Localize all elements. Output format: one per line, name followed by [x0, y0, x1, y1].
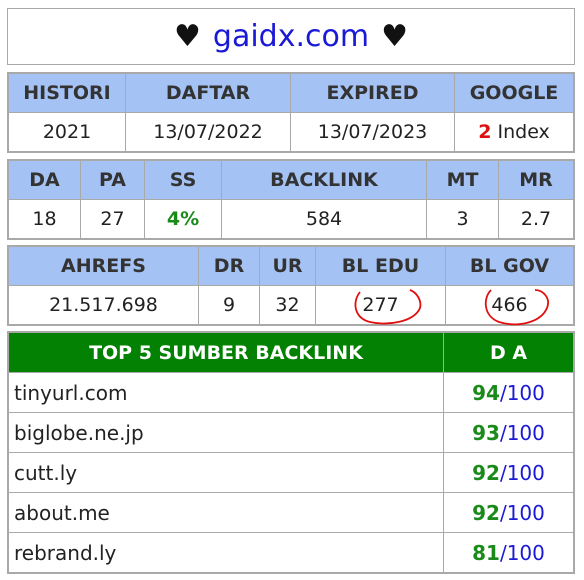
dr-value: 9 — [198, 285, 260, 325]
bl-gov-cell: 466 — [445, 285, 574, 326]
header-top-sources: TOP 5 SUMBER BACKLINK — [8, 332, 444, 373]
ahrefs-value: 21.517.698 — [8, 285, 199, 325]
source-site[interactable]: cutt.ly — [8, 452, 444, 493]
source-site[interactable]: biglobe.ne.jp — [8, 412, 444, 453]
source-da-score: 92/100 — [443, 452, 574, 493]
table-row: biglobe.ne.jp 93/100 — [8, 412, 574, 453]
header-pa: PA — [80, 160, 145, 200]
backlink-value: 584 — [221, 199, 427, 239]
domain-history-table: HISTORI DAFTAR EXPIRED GOOGLE 2021 13/07… — [7, 72, 575, 153]
source-da-score: 81/100 — [443, 532, 574, 573]
mr-value: 2.7 — [498, 199, 574, 239]
header-histori: HISTORI — [8, 73, 126, 113]
table-row: rebrand.ly 81/100 — [8, 532, 574, 573]
site-title-banner: ♥ gaidx.com ♥ — [7, 8, 575, 65]
red-circle-mark — [354, 289, 422, 325]
ur-value: 32 — [259, 285, 316, 325]
source-da-score: 94/100 — [443, 372, 574, 413]
source-site[interactable]: rebrand.ly — [8, 532, 444, 573]
red-circle-mark — [485, 289, 550, 326]
table-row: cutt.ly 92/100 — [8, 452, 574, 493]
mt-value: 3 — [426, 199, 499, 239]
header-mr: MR — [498, 160, 574, 200]
header-mt: MT — [426, 160, 499, 200]
table-row: about.me 92/100 — [8, 492, 574, 533]
header-expired: EXPIRED — [290, 73, 455, 113]
header-bl-gov: BL GOV — [445, 246, 574, 286]
heart-icon: ♥ — [174, 19, 201, 54]
authority-metrics-table: DA PA SS BACKLINK MT MR 18 27 4% 584 3 2… — [7, 159, 575, 240]
source-da-score: 93/100 — [443, 412, 574, 453]
header-bl-edu: BL EDU — [315, 246, 446, 286]
expired-value: 13/07/2023 — [290, 112, 455, 152]
ahrefs-metrics-table: AHREFS DR UR BL EDU BL GOV 21.517.698 9 … — [7, 245, 575, 326]
header-ss: SS — [144, 160, 222, 200]
header-dr: DR — [198, 246, 260, 286]
bl-edu-cell: 277 — [315, 285, 446, 325]
daftar-value: 13/07/2022 — [125, 112, 291, 152]
header-da-score: D A — [443, 332, 574, 373]
header-daftar: DAFTAR — [125, 73, 291, 113]
bl-gov-circled: 466 — [485, 289, 550, 326]
source-site[interactable]: tinyurl.com — [8, 372, 444, 413]
google-index-label: Index — [497, 121, 550, 143]
da-value: 18 — [8, 199, 81, 239]
table-row: tinyurl.com 94/100 — [8, 372, 574, 413]
bl-edu-circled: 277 — [354, 289, 422, 325]
header-ahrefs: AHREFS — [8, 246, 199, 286]
header-google: GOOGLE — [454, 73, 574, 113]
histori-value: 2021 — [8, 112, 126, 152]
ss-value: 4% — [144, 199, 222, 239]
source-da-score: 92/100 — [443, 492, 574, 533]
google-index-cell: 2 Index — [454, 112, 574, 152]
google-index-count: 2 — [478, 121, 492, 143]
header-backlink: BACKLINK — [221, 160, 427, 200]
pa-value: 27 — [80, 199, 145, 239]
source-site[interactable]: about.me — [8, 492, 444, 533]
heart-icon: ♥ — [381, 19, 408, 54]
header-da: DA — [8, 160, 81, 200]
top-backlink-sources-table: TOP 5 SUMBER BACKLINK D A tinyurl.com 94… — [7, 331, 575, 574]
site-domain[interactable]: gaidx.com — [213, 19, 369, 54]
header-ur: UR — [259, 246, 316, 286]
